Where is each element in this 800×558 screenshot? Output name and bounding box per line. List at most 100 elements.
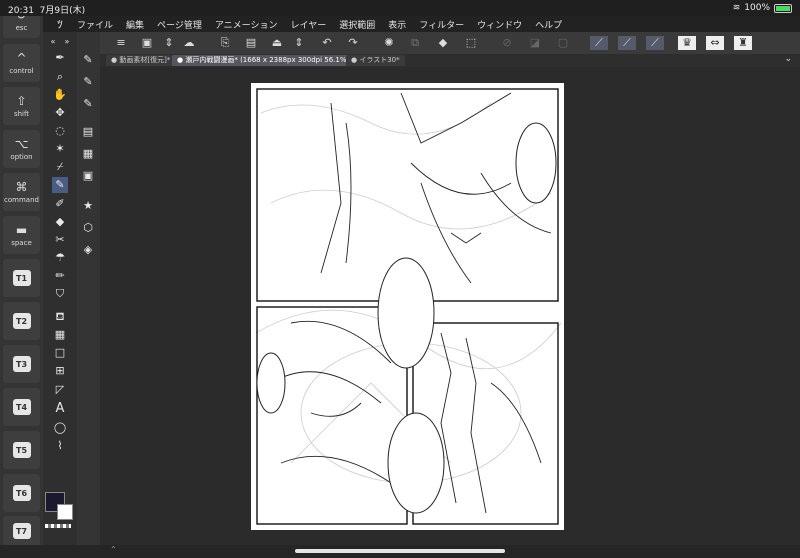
- menu-page-management[interactable]: ページ管理: [157, 18, 202, 31]
- mask-icon[interactable]: ▢: [556, 36, 570, 50]
- shortcut-t1[interactable]: T1: [3, 259, 40, 297]
- wifi-icon: ≋: [732, 3, 741, 13]
- tool-palette: « » ✒ ⌕ ✋ ✥ ◌ ✶ ⌿ ✎ ✐ ◆ ✂ ☂ ✏ ⛉ ⛾ ▦ □ ⊞ …: [43, 32, 77, 558]
- menu-animation[interactable]: アニメーション: [215, 18, 278, 31]
- status-bar: 20:31 7月9日(木) ≋ 100%: [0, 0, 800, 16]
- open-folder-icon[interactable]: ▤: [244, 36, 258, 50]
- app-logo-icon[interactable]: ﾂ: [51, 16, 69, 32]
- subtool-1-icon[interactable]: ✎: [80, 52, 96, 68]
- plugin-1-icon[interactable]: ♛: [678, 36, 696, 50]
- zoom-icon[interactable]: ⌕: [52, 69, 68, 85]
- menu-filter[interactable]: フィルター: [419, 18, 464, 31]
- text-icon[interactable]: A: [52, 401, 68, 417]
- battery-percent: 100%: [744, 3, 770, 13]
- fill-bucket-icon[interactable]: ⛾: [52, 309, 68, 325]
- tab-doc-3[interactable]: ● イラスト30*: [346, 55, 405, 66]
- undo-icon[interactable]: ↶: [320, 36, 334, 50]
- transform-icon[interactable]: ⬚: [464, 36, 478, 50]
- 3d-icon[interactable]: ⬡: [80, 220, 96, 236]
- pen-stroke-3-icon[interactable]: ⟋: [646, 36, 664, 50]
- expand-up-icon[interactable]: ⌃: [110, 545, 117, 554]
- command-key[interactable]: ⌘ command: [3, 173, 40, 211]
- hamburger-icon[interactable]: ≡: [114, 36, 128, 50]
- magic-wand-icon[interactable]: ✶: [52, 141, 68, 157]
- eyedropper-icon[interactable]: ⌿: [52, 159, 68, 175]
- subtool-3-icon[interactable]: ✎: [80, 96, 96, 112]
- pen-tool-top-icon[interactable]: ✒: [52, 50, 68, 66]
- star-icon[interactable]: ★: [80, 198, 96, 214]
- fill-icon[interactable]: ◆: [436, 36, 450, 50]
- subtool-2-icon[interactable]: ✎: [80, 74, 96, 90]
- gradient-icon[interactable]: ▦: [52, 327, 68, 343]
- balloon-icon[interactable]: ◯: [52, 420, 68, 436]
- rectangle-icon[interactable]: □: [52, 345, 68, 361]
- shortcut-t2[interactable]: T2: [3, 302, 40, 340]
- menu-window[interactable]: ウィンドウ: [477, 18, 522, 31]
- shortcut-t3[interactable]: T3: [3, 345, 40, 383]
- blend-tool-icon[interactable]: ☂: [52, 250, 68, 266]
- pen-icon[interactable]: ✎: [52, 177, 68, 193]
- space-key[interactable]: ▬ space: [3, 216, 40, 254]
- command-bar: ≡ ▣ ⇕ ☁ ⎘ ▤ ⏏ ⇕ ↶ ↷ ✺ ⧉ ◆ ⬚ ⊘ ◪ ▢ ⟋ ⟋ ⟋ …: [100, 32, 800, 54]
- manga-page-canvas[interactable]: [251, 83, 564, 530]
- control-key[interactable]: ^ control: [3, 44, 40, 82]
- navigator-icon[interactable]: ▣: [80, 168, 96, 184]
- material-panel-icon[interactable]: ▦: [80, 146, 96, 162]
- clear-icon[interactable]: ⊘: [500, 36, 514, 50]
- move-icon[interactable]: ✥: [52, 105, 68, 121]
- layers-stack-icon[interactable]: ◈: [80, 242, 96, 258]
- modifier-key-panel: ↺esc ^control ⇧shift ⌥option ⌘command ▬s…: [0, 0, 43, 558]
- chevron-updown-icon[interactable]: ⇕: [162, 36, 176, 50]
- menu-bar: ﾂ ファイル 編集 ページ管理 アニメーション レイヤー 選択範囲 表示 フィル…: [43, 16, 800, 32]
- pen-stroke-1-icon[interactable]: ⟋: [590, 36, 608, 50]
- sub-tool-palette: ✎ ✎ ✎ ▤ ▦ ▣ ★ ⬡ ◈: [77, 32, 100, 558]
- transparent-color-icon[interactable]: [45, 524, 71, 528]
- option-key[interactable]: ⌥ option: [3, 130, 40, 168]
- menu-view[interactable]: 表示: [388, 18, 406, 31]
- ruler-icon[interactable]: ◸: [52, 382, 68, 398]
- menu-layer[interactable]: レイヤー: [291, 18, 327, 31]
- plugin-2-icon[interactable]: ⇔: [706, 36, 724, 50]
- shortcut-t7[interactable]: T7: [3, 516, 40, 546]
- status-right: ≋ 100%: [733, 3, 792, 13]
- chevron-down-icon[interactable]: ⌄: [784, 54, 792, 64]
- menu-help[interactable]: ヘルプ: [535, 18, 562, 31]
- airbrush-icon[interactable]: ✏: [52, 268, 68, 284]
- cloud-icon[interactable]: ☁: [182, 36, 196, 50]
- menu-edit[interactable]: 編集: [126, 18, 144, 31]
- layer-panel-icon[interactable]: ▤: [80, 124, 96, 140]
- menu-selection[interactable]: 選択範囲: [339, 18, 375, 31]
- new-canvas-icon[interactable]: ▣: [140, 36, 154, 50]
- hand-icon[interactable]: ✋: [52, 87, 68, 103]
- collapse-right-icon[interactable]: »: [59, 34, 75, 50]
- pen-stroke-2-icon[interactable]: ⟋: [618, 36, 636, 50]
- status-time: 20:31 7月9日(木): [8, 6, 86, 16]
- shift-key[interactable]: ⇧ shift: [3, 87, 40, 125]
- tab-doc-2[interactable]: ● 瀬戸内戦闘漫画* (1668 x 2388px 300dpi 56.1%): [172, 55, 355, 66]
- menu-file[interactable]: ファイル: [77, 18, 113, 31]
- home-indicator[interactable]: [295, 549, 505, 553]
- lasso-icon[interactable]: ◌: [52, 123, 68, 139]
- pencil-icon[interactable]: ✐: [52, 196, 68, 212]
- shortcut-t6[interactable]: T6: [3, 474, 40, 512]
- sub-color-swatch[interactable]: [57, 504, 73, 520]
- plugin-3-icon[interactable]: ♜: [734, 36, 752, 50]
- battery-icon: [774, 3, 792, 13]
- new-page-icon[interactable]: ⎘: [218, 36, 232, 50]
- shortcut-t4[interactable]: T4: [3, 388, 40, 426]
- correct-line-icon[interactable]: ⌇: [52, 438, 68, 454]
- shortcut-t5[interactable]: T5: [3, 431, 40, 469]
- stamp-icon[interactable]: ⛉: [52, 286, 68, 302]
- document-tabs: ● 動画素材[復元]* ● 瀬戸内戦闘漫画* (1668 x 2388px 30…: [100, 54, 800, 67]
- manga-artwork: [251, 83, 564, 530]
- eraser-icon[interactable]: ◆: [52, 214, 68, 230]
- tab-doc-1[interactable]: ● 動画素材[復元]*: [106, 55, 176, 66]
- decoration-icon[interactable]: ✂: [52, 232, 68, 248]
- blend-icon[interactable]: ◪: [528, 36, 542, 50]
- redo-icon[interactable]: ↷: [346, 36, 360, 50]
- save-icon[interactable]: ⏏: [270, 36, 284, 50]
- frame-icon[interactable]: ⊞: [52, 363, 68, 379]
- chevron-updown-2-icon[interactable]: ⇕: [292, 36, 306, 50]
- loading-icon: ✺: [384, 36, 394, 49]
- copy-icon[interactable]: ⧉: [408, 36, 422, 50]
